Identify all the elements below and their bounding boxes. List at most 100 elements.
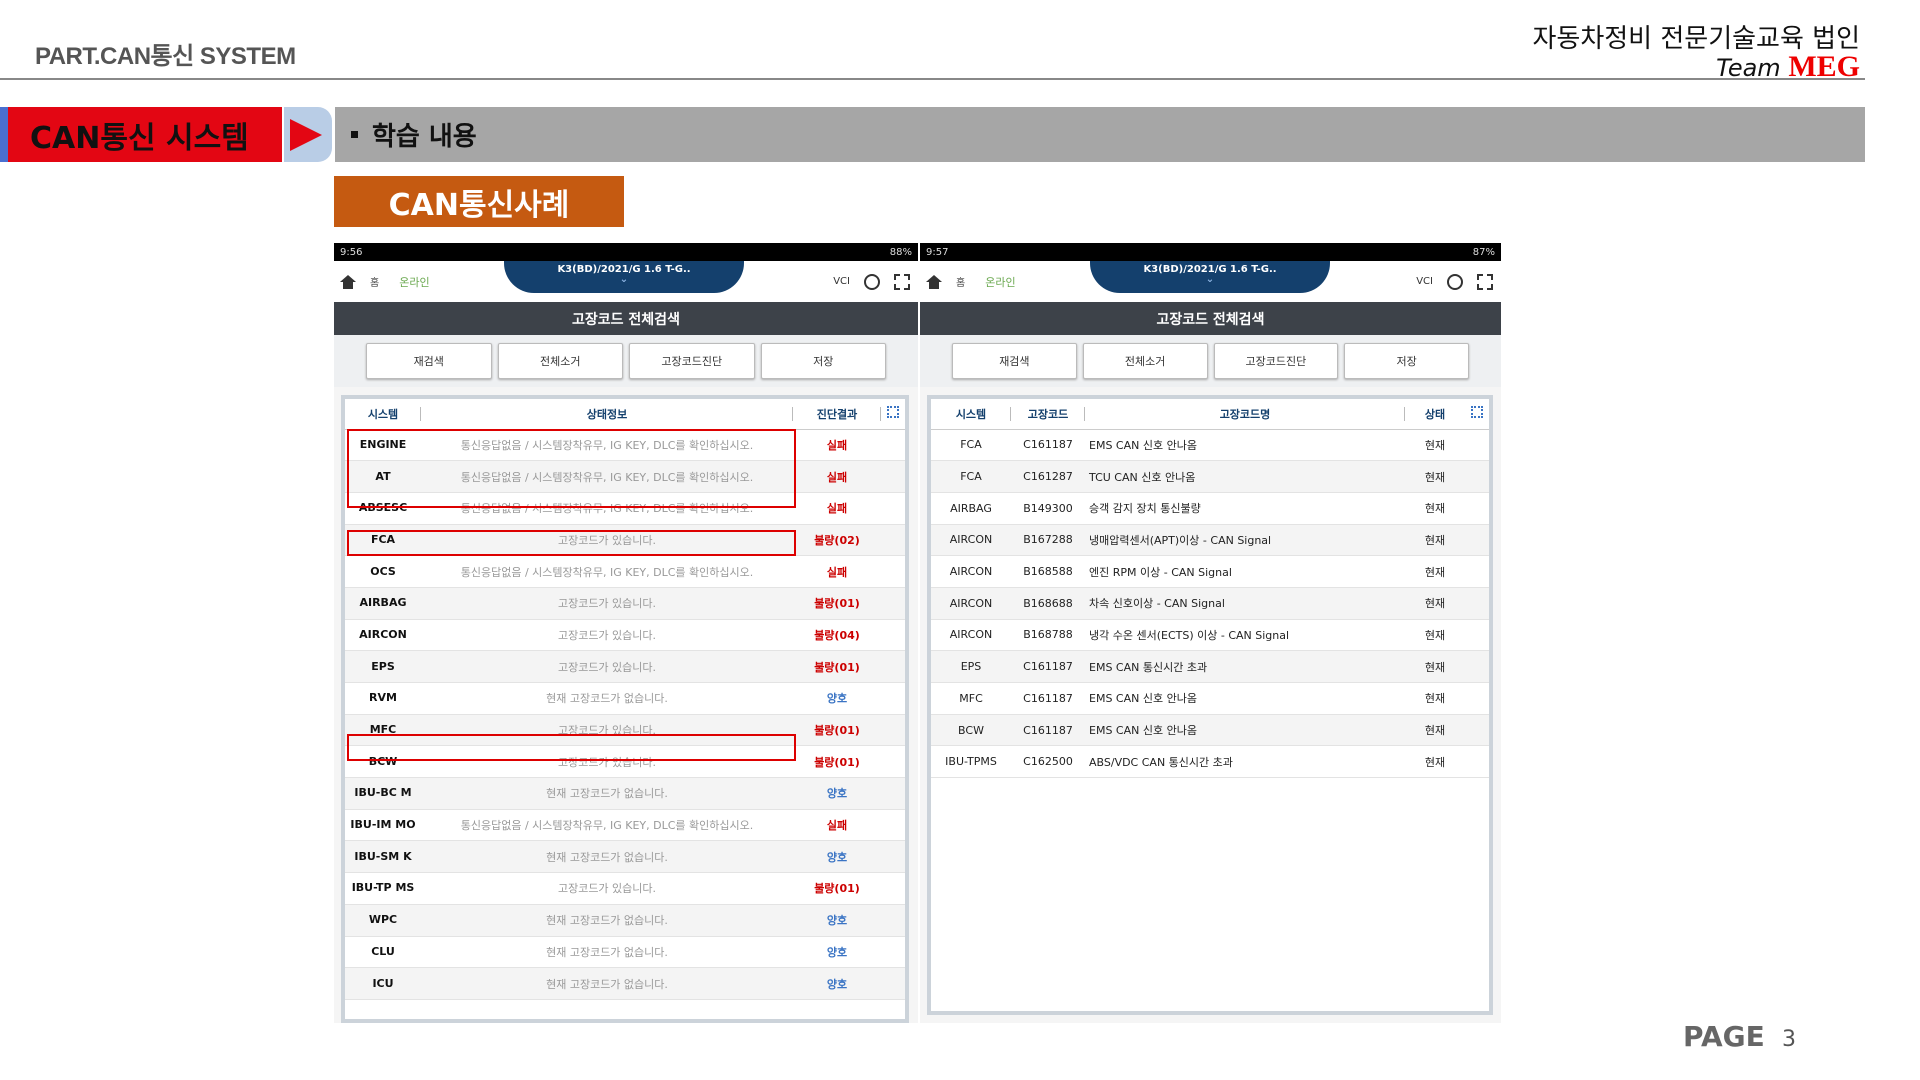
table-row[interactable]: IBU-TPMS C162500 ABS/VDC CAN 통신시간 초과 현재 (931, 745, 1489, 779)
status-info-cell: 통신응답없음 / 시스템장착유무, IG KEY, DLC를 확인하십시오. (421, 429, 793, 462)
table-row[interactable]: AT 통신응답없음 / 시스템장착유무, IG KEY, DLC를 확인하십시오.… (345, 460, 905, 493)
table-row[interactable]: AIRCON B168688 차속 신호이상 - CAN Signal 현재 (931, 587, 1489, 620)
result-cell: 양호 (793, 936, 881, 969)
save-button[interactable]: 저장 (1344, 343, 1469, 379)
table-row[interactable]: AIRBAG B149300 승객 감지 장치 통신불량 현재 (931, 492, 1489, 525)
dtc-table: 시스템 고장코드 고장코드명 상태 FCA C161187 EMS CAN 신호 안… (931, 399, 1489, 779)
code-name-cell: EMS CAN 통신시간 초과 (1085, 650, 1405, 683)
table-row[interactable]: AIRCON B168788 냉각 수온 센서(ECTS) 이상 - CAN Sig… (931, 619, 1489, 652)
system-cell: ICU (345, 967, 421, 1000)
fullscreen-icon[interactable] (894, 273, 910, 290)
research-button[interactable]: 재검색 (952, 343, 1077, 379)
vehicle-selector[interactable]: K3(BD)/2021/G 1.6 T-G.. ⌄ (1090, 261, 1330, 293)
empty-cell (881, 967, 905, 1000)
status-info-cell: 고장코드가 있습니다. (421, 650, 793, 683)
dtc-diagnosis-button[interactable]: 고장코드진단 (629, 343, 755, 379)
table-row[interactable]: WPC 현재 고장코드가 없습니다. 양호 (345, 904, 905, 937)
system-cell: AIRBAG (931, 492, 1011, 525)
empty-cell (881, 555, 905, 588)
table-row[interactable]: FCA C161187 EMS CAN 신호 안나옴 현재 (931, 429, 1489, 462)
table-row[interactable]: MFC 고장코드가 있습니다. 불량(01) (345, 714, 905, 747)
code-name-cell: 차속 신호이상 - CAN Signal (1085, 587, 1405, 620)
table-row[interactable]: IBU-SM K 현재 고장코드가 없습니다. 양호 (345, 840, 905, 874)
dtc-diagnosis-button[interactable]: 고장코드진단 (1213, 343, 1339, 379)
table-row[interactable]: ICU 현재 고장코드가 없습니다. 양호 (345, 967, 905, 1000)
home-label: 홈 (370, 278, 380, 289)
table-row[interactable]: FCA 고장코드가 있습니다. 불량(02) (345, 524, 905, 557)
table-row[interactable]: RVM 현재 고장코드가 없습니다. 양호 (345, 682, 905, 715)
home-icon[interactable] (926, 274, 942, 289)
clear-all-button[interactable]: 전체소거 (497, 343, 623, 379)
globe-icon[interactable] (864, 273, 880, 290)
col-code: 고장코드 (1011, 399, 1085, 430)
system-cell: CLU (345, 936, 421, 969)
status-info-cell: 통신응답없음 / 시스템장착유무, IG KEY, DLC를 확인하십시오. (421, 555, 793, 588)
status-info-cell: 현재 고장코드가 없습니다. (421, 936, 793, 969)
system-cell: BCW (931, 714, 1011, 747)
expand-column (1465, 399, 1489, 430)
empty-cell (881, 524, 905, 557)
empty-cell (881, 492, 905, 525)
table-row[interactable]: IBU-TP MS 고장코드가 있습니다. 불량(01) (345, 872, 905, 905)
state-cell: 현재 (1405, 619, 1465, 652)
right-phone-screenshot: 9:57 87% 홈 온라인 K3(BD)/2021/G 1.6 T-G.. ⌄ … (920, 243, 1501, 1023)
empty-cell (881, 840, 905, 874)
globe-icon[interactable] (1447, 273, 1463, 290)
dtc-panel: 시스템 고장코드 고장코드명 상태 FCA C161187 EMS CAN 신호 안… (927, 395, 1493, 1015)
table-row[interactable]: FCA C161287 TCU CAN 신호 안나옴 현재 (931, 460, 1489, 493)
table-row[interactable]: EPS C161187 EMS CAN 통신시간 초과 현재 (931, 650, 1489, 683)
status-info-cell: 고장코드가 있습니다. (421, 524, 793, 557)
table-row[interactable]: OCS 통신응답없음 / 시스템장착유무, IG KEY, DLC를 확인하십시오… (345, 555, 905, 588)
vci-label: VCI (1416, 276, 1433, 287)
home-icon[interactable] (340, 274, 356, 289)
table-row[interactable]: IBU-BC M 현재 고장코드가 없습니다. 양호 (345, 777, 905, 810)
battery-level: 87% (1472, 246, 1495, 258)
system-cell: OCS (345, 555, 421, 588)
empty-cell (881, 904, 905, 937)
state-cell: 현재 (1405, 682, 1465, 715)
table-row[interactable]: AIRCON B167288 냉매압력센서(APT)이상 - CAN Signal 현… (931, 524, 1489, 557)
table-row[interactable]: BCW 고장코드가 있습니다. 불량(01) (345, 745, 905, 779)
table-row[interactable]: AIRBAG 고장코드가 있습니다. 불량(01) (345, 587, 905, 620)
code-name-cell: 냉매압력센서(APT)이상 - CAN Signal (1085, 524, 1405, 557)
table-row[interactable]: EPS 고장코드가 있습니다. 불량(01) (345, 650, 905, 683)
empty-cell (1465, 587, 1489, 620)
code-name-cell: TCU CAN 신호 안나옴 (1085, 460, 1405, 493)
state-cell: 현재 (1405, 650, 1465, 683)
app-bar: 홈 온라인 K3(BD)/2021/G 1.6 T-G.. ⌄ VCI (334, 261, 918, 302)
research-button[interactable]: 재검색 (366, 343, 492, 379)
state-cell: 현재 (1405, 429, 1465, 462)
left-phone-screenshot: 9:56 88% 홈 온라인 K3(BD)/2021/G 1.6 T-G.. ⌄ … (334, 243, 918, 1023)
table-row[interactable]: AIRCON 고장코드가 있습니다. 불량(04) (345, 619, 905, 652)
table-row[interactable]: BCW C161187 EMS CAN 신호 안나옴 현재 (931, 714, 1489, 747)
empty-cell (881, 460, 905, 493)
system-cell: AT (345, 460, 421, 493)
section-tab: CAN통신 시스템 (0, 107, 282, 162)
empty-cell (881, 587, 905, 620)
table-row[interactable]: AIRCON B168588 엔진 RPM 이상 - CAN Signal 현재 (931, 555, 1489, 588)
system-status-table: 시스템 상태정보 진단결과 ENGINE 통신응답없음 / 시스템장착유무, IG… (345, 399, 905, 1000)
table-row[interactable]: ENGINE 통신응답없음 / 시스템장착유무, IG KEY, DLC를 확인하… (345, 429, 905, 462)
table-row[interactable]: IBU-IM MO 통신응답없음 / 시스템장착유무, IG KEY, DLC를 … (345, 809, 905, 842)
code-name-cell: 승객 감지 장치 통신불량 (1085, 492, 1405, 525)
table-row[interactable]: CLU 현재 고장코드가 없습니다. 양호 (345, 936, 905, 969)
clear-all-button[interactable]: 전체소거 (1082, 343, 1208, 379)
empty-cell (1465, 524, 1489, 557)
expand-icon[interactable] (887, 406, 899, 419)
expand-column (881, 399, 905, 430)
system-cell: ENGINE (345, 429, 421, 462)
result-cell: 양호 (793, 777, 881, 810)
table-row[interactable]: MFC C161187 EMS CAN 신호 안나옴 현재 (931, 682, 1489, 715)
save-button[interactable]: 저장 (760, 343, 886, 379)
system-cell: IBU-IM MO (345, 809, 421, 842)
col-code-name: 고장코드명 (1085, 399, 1405, 430)
table-row[interactable]: ABSESC 통신응답없음 / 시스템장착유무, IG KEY, DLC를 확인하… (345, 492, 905, 525)
empty-cell (881, 714, 905, 747)
system-cell: AIRCON (345, 619, 421, 652)
state-cell: 현재 (1405, 460, 1465, 493)
status-info-cell: 고장코드가 있습니다. (421, 587, 793, 620)
vehicle-selector[interactable]: K3(BD)/2021/G 1.6 T-G.. ⌄ (504, 261, 744, 293)
fullscreen-icon[interactable] (1477, 273, 1493, 290)
state-cell: 현재 (1405, 745, 1465, 779)
expand-icon[interactable] (1471, 406, 1483, 419)
